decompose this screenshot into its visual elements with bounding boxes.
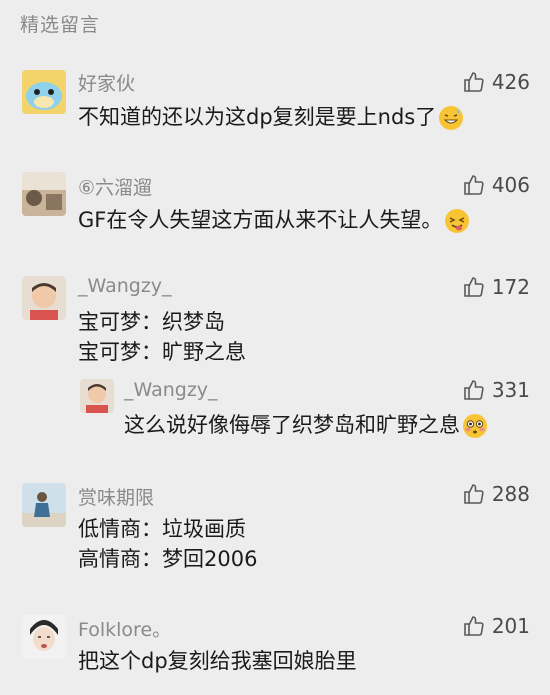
- avatar[interactable]: [22, 70, 66, 114]
- tongue-wink-icon: [445, 209, 470, 233]
- avatar[interactable]: [80, 379, 114, 413]
- like-count: 331: [491, 378, 530, 402]
- nickname[interactable]: 赏味期限: [78, 483, 154, 510]
- avatar[interactable]: [22, 615, 66, 659]
- thumbs-up-icon: [464, 484, 484, 504]
- avatar[interactable]: [22, 276, 66, 320]
- nickname[interactable]: 好家伙: [78, 69, 135, 96]
- thumbs-up-icon: [464, 380, 484, 400]
- like-count: 426: [491, 70, 530, 94]
- thumbs-up-icon: [464, 277, 484, 297]
- like-button[interactable]: 426: [462, 69, 530, 95]
- comment-text: 低情商：垃圾画质: [78, 517, 246, 541]
- thumbs-up-icon: [464, 72, 484, 92]
- nickname[interactable]: Folklore。: [78, 615, 171, 642]
- nickname[interactable]: _Wangzy_: [124, 379, 218, 401]
- like-button[interactable]: 331: [462, 377, 530, 403]
- section-title: 精选留言: [20, 14, 101, 36]
- avatar[interactable]: [22, 172, 66, 216]
- thumbs-up-icon: [464, 175, 484, 195]
- comment-text: GF在令人失望这方面从来不让人失望。: [78, 204, 470, 234]
- like-count: 201: [491, 614, 530, 638]
- avatar[interactable]: [22, 483, 66, 527]
- comment-text: 高情商：梦回2006: [78, 547, 258, 571]
- like-count: 172: [491, 275, 530, 299]
- like-button[interactable]: 172: [462, 274, 530, 300]
- comment-text: 这么说好像侮辱了织梦岛和旷野之息: [124, 409, 488, 439]
- like-count: 406: [491, 173, 530, 197]
- comment-text: 宝可梦：织梦岛: [78, 310, 225, 334]
- like-button[interactable]: 288: [462, 481, 530, 507]
- like-button[interactable]: 406: [462, 172, 530, 198]
- sweat-smile-icon: [439, 106, 464, 130]
- like-button[interactable]: 201: [462, 613, 530, 639]
- comment-text: 宝可梦：旷野之息: [78, 340, 246, 364]
- flushed-icon: [463, 414, 487, 438]
- comment-text: 不知道的还以为这dp复刻是要上nds了: [78, 101, 464, 131]
- thumbs-up-icon: [464, 616, 484, 636]
- nickname[interactable]: ⑥六溜遛: [78, 173, 152, 200]
- like-count: 288: [491, 482, 530, 506]
- nickname[interactable]: _Wangzy_: [78, 275, 172, 297]
- comment-text: 把这个dp复刻给我塞回娘胎里: [78, 649, 357, 673]
